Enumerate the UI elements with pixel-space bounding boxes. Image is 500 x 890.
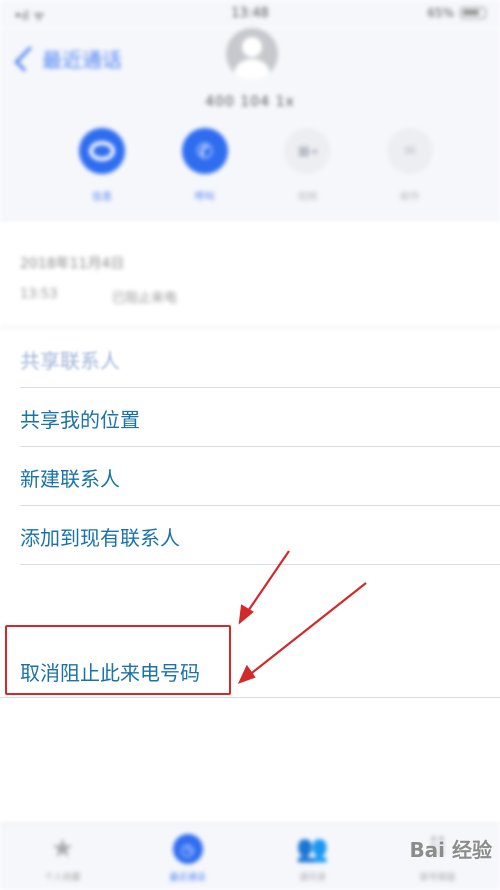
- caller-number: 400 104 1x: [205, 94, 295, 110]
- new-contact-item[interactable]: 新建联系人: [20, 447, 500, 506]
- clock-icon: ◷: [172, 834, 203, 864]
- mail-icon: ✉: [404, 143, 416, 159]
- call-date: 2018年11月4日: [20, 256, 125, 272]
- battery-icon: [460, 7, 486, 19]
- battery-percent: 65%: [427, 6, 454, 20]
- back-button[interactable]: 最近通话: [12, 44, 122, 73]
- call-time: 13:53: [20, 287, 58, 302]
- video-button[interactable]: ■◂ 视频: [281, 128, 333, 208]
- tab-label: 个人收藏: [44, 873, 81, 883]
- contact-actions-list: 共享联系人 共享我的位置 新建联系人 添加到现有联系人: [0, 329, 500, 565]
- avatar: [226, 28, 278, 80]
- back-label: 最近通话: [42, 48, 122, 72]
- tab-label: 拨号键盘: [419, 873, 456, 883]
- tab-contacts[interactable]: 👥 通讯录: [273, 824, 353, 890]
- tab-favorites[interactable]: ★ 个人收藏: [23, 824, 103, 890]
- tab-label: 通讯录: [298, 873, 326, 883]
- call-status: 已阻止来电: [112, 291, 178, 306]
- share-contact-label: 共享联系人: [20, 349, 120, 373]
- new-contact-label: 新建联系人: [20, 467, 120, 491]
- message-icon: [89, 141, 115, 161]
- annotation-highlight-box: [5, 625, 231, 695]
- add-to-existing-label: 添加到现有联系人: [20, 526, 180, 550]
- baidu-watermark: Bai 经验: [409, 838, 492, 862]
- action-label: 呼叫: [194, 192, 215, 203]
- phone-icon: ✆: [196, 139, 214, 163]
- contact-header: 最近通话 400 104 1x 信息 ✆ 呼叫 ■◂ 视频 ✉ 邮件: [0, 28, 500, 223]
- video-icon: ■◂: [297, 143, 317, 159]
- share-contact-item[interactable]: 共享联系人: [20, 329, 500, 388]
- share-location-label: 共享我的位置: [20, 408, 140, 432]
- annotation-arrowhead-1: [238, 604, 254, 625]
- status-right: 65%: [427, 6, 486, 20]
- message-button[interactable]: 信息: [76, 128, 128, 208]
- contacts-icon: 👥: [296, 834, 329, 864]
- action-label: 视频: [297, 192, 318, 203]
- call-button[interactable]: ✆ 呼叫: [179, 128, 231, 208]
- tab-recents[interactable]: ◷ 最近通话: [148, 824, 228, 890]
- mail-button[interactable]: ✉ 邮件: [384, 128, 436, 208]
- tab-label: 最近通话: [169, 873, 206, 883]
- status-time: 13:48: [231, 6, 269, 21]
- action-buttons: 信息 ✆ 呼叫 ■◂ 视频 ✉ 邮件: [76, 128, 436, 208]
- action-label: 信息: [92, 192, 112, 203]
- call-info: 2018年11月4日 13:53 已阻止来电: [0, 223, 500, 328]
- chevron-left-icon: [14, 45, 40, 72]
- star-icon: ★: [50, 834, 75, 864]
- action-label: 邮件: [399, 192, 420, 203]
- add-to-existing-contact-item[interactable]: 添加到现有联系人: [20, 506, 500, 565]
- status-bar: •ıl ᯤ 13:48 65%: [0, 0, 500, 28]
- share-location-item[interactable]: 共享我的位置: [20, 388, 500, 447]
